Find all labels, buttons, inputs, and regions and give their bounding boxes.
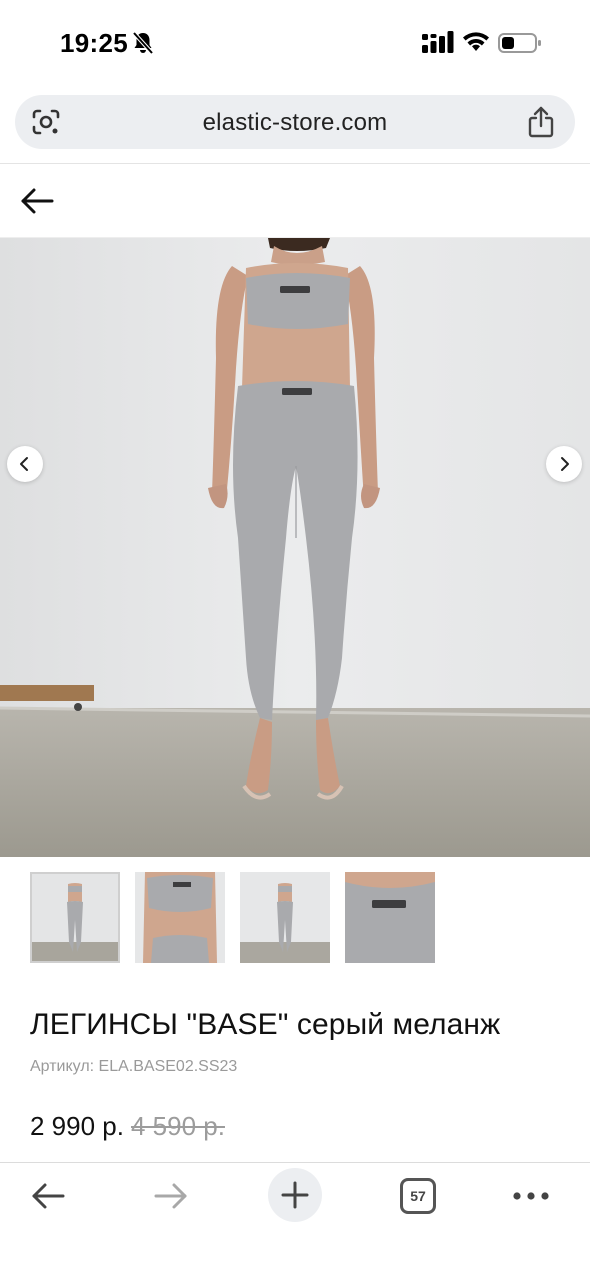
browser-screen: 19:25 elastic-store.com ЛЕГИНСЫ "BASE" с… — [0, 0, 590, 1280]
thumbnail-4[interactable] — [345, 872, 435, 963]
cellular-signal-icon — [422, 31, 454, 53]
thumbnail-strip — [30, 872, 435, 963]
product-sku: Артикул: ELA.BASE02.SS23 — [30, 1058, 238, 1075]
price-current: 2 990 р. — [30, 1111, 124, 1141]
tab-count: 57 — [410, 1188, 426, 1204]
arrow-right-icon[interactable] — [153, 1181, 189, 1211]
plus-icon — [281, 1181, 309, 1209]
thumbnail-1[interactable] — [30, 872, 120, 963]
divider — [0, 163, 590, 164]
more-horizontal-icon[interactable] — [512, 1185, 550, 1207]
arrow-left-icon[interactable] — [20, 186, 54, 216]
browser-toolbar: 57 — [0, 1163, 590, 1280]
chevron-left-icon — [20, 457, 28, 471]
thumbnail-3[interactable] — [240, 872, 330, 963]
battery-icon — [498, 33, 541, 53]
tabs-button[interactable]: 57 — [400, 1178, 436, 1214]
status-bar: 19:25 — [0, 0, 590, 90]
share-icon[interactable] — [527, 106, 555, 138]
new-tab-button[interactable] — [268, 1168, 322, 1222]
price-row: 2 990 р. 4 590 р. — [30, 1111, 225, 1142]
address-bar[interactable]: elastic-store.com — [15, 95, 575, 149]
thumbnail-2[interactable] — [135, 872, 225, 963]
url-text[interactable]: elastic-store.com — [15, 109, 575, 137]
carousel-prev-button[interactable] — [7, 446, 43, 482]
bell-slash-icon — [132, 31, 154, 55]
product-title: ЛЕГИНСЫ "BASE" серый меланж — [30, 1008, 501, 1041]
carousel-next-button[interactable] — [546, 446, 582, 482]
price-old: 4 590 р. — [130, 1111, 225, 1141]
product-main-image[interactable] — [0, 238, 590, 857]
arrow-left-icon[interactable] — [30, 1181, 66, 1211]
chevron-right-icon — [561, 457, 569, 471]
status-time: 19:25 — [60, 28, 128, 58]
wifi-icon — [463, 32, 489, 51]
